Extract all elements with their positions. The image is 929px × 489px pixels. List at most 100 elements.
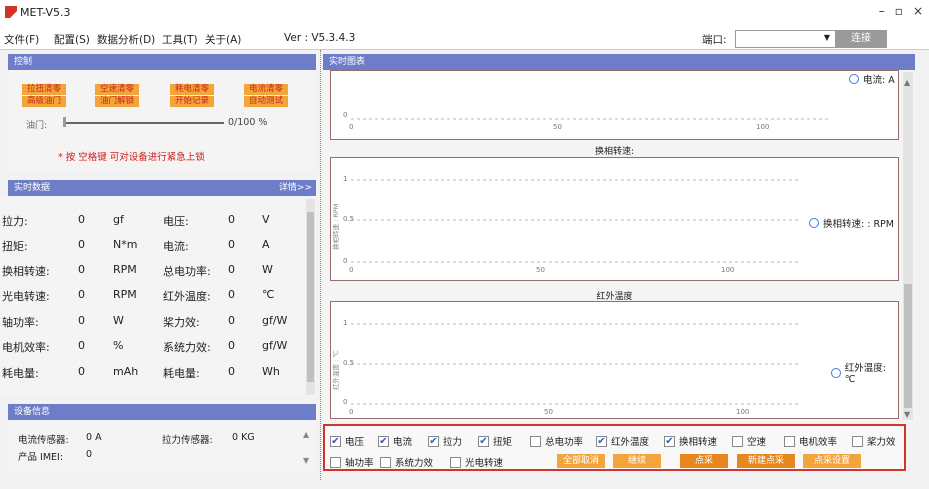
device-header: 设备信息	[8, 404, 316, 420]
realtime-v2-cell: 0	[228, 314, 235, 327]
chart1-y-tick: 0	[343, 111, 348, 119]
menu-config[interactable]: 配置(S)	[54, 32, 90, 47]
temp-x-tick: 50	[544, 408, 553, 416]
realtime-v2-cell: 0	[228, 339, 235, 352]
series-checkbox-label: 电机效率	[799, 437, 838, 448]
checkbox-empty-icon[interactable]	[530, 435, 541, 447]
realtime-v1-cell: 0	[78, 339, 85, 352]
checkbox-empty-icon[interactable]	[732, 435, 743, 447]
continue-button[interactable]: 继续	[613, 454, 661, 468]
realtime-u2-cell: gf/W	[262, 339, 288, 352]
menu-about[interactable]: 关于(A)	[205, 32, 241, 47]
series-checkbox[interactable]: 轴功率	[330, 455, 374, 469]
series-checkbox-label: 红外温度	[611, 437, 650, 448]
checkmark-icon[interactable]: ✔	[478, 435, 489, 447]
temp-y-tick: 0.5	[343, 359, 355, 367]
checkmark-icon[interactable]: ✔	[664, 435, 675, 447]
realtime-v1-cell: 0	[78, 238, 85, 251]
rpm-legend-label: 换相转速: : RPM	[823, 219, 894, 230]
throttle-slider-thumb[interactable]	[63, 117, 66, 127]
temp-x-tick: 100	[736, 408, 750, 416]
start-record-button[interactable]: 开始记录	[170, 96, 214, 107]
temp-chart: 红外温度 : ℃ 1 0.5 0 0 50 100 红外温度: ℃	[330, 301, 899, 419]
checkbox-empty-icon[interactable]	[852, 435, 863, 447]
device-scroll-down-icon[interactable]: ▼	[303, 456, 309, 465]
details-link[interactable]: 详情>>	[279, 180, 312, 196]
checkbox-empty-icon[interactable]	[330, 456, 341, 468]
throttle-label: 油门:	[26, 121, 48, 131]
series-checkbox-label: 换相转速	[679, 437, 718, 448]
reset-current-button[interactable]: 电流清零	[244, 84, 288, 95]
auto-test-button[interactable]: 自动测试	[244, 96, 288, 107]
current-chart-plot	[351, 118, 831, 120]
series-checkbox[interactable]: 电机效率	[784, 434, 837, 448]
realtime-v1-cell: 0	[78, 263, 85, 276]
menu-tools[interactable]: 工具(T)	[162, 32, 198, 47]
port-select[interactable]: ▼	[735, 30, 845, 48]
checkbox-empty-icon[interactable]	[380, 456, 391, 468]
panel-divider	[320, 50, 321, 480]
series-checkbox-label: 系统力效	[395, 458, 434, 469]
realtime-scroll-thumb[interactable]	[307, 212, 314, 382]
temp-legend[interactable]: 红外温度: ℃	[831, 360, 898, 385]
realtime-u2-cell: gf/W	[262, 314, 288, 327]
realtime-l2-cell: 总电功率:	[163, 265, 211, 278]
connect-button[interactable]: 连接	[835, 30, 887, 48]
realtime-v1-cell: 0	[78, 288, 85, 301]
close-button[interactable]: ×	[913, 4, 923, 18]
series-checkbox[interactable]: ✔ 拉力	[428, 434, 462, 448]
series-checkbox-label: 桨力效	[867, 437, 896, 448]
checkmark-icon[interactable]: ✔	[596, 435, 607, 447]
current-legend-label: 电流: A	[863, 75, 895, 86]
realtime-v1-cell: 0	[78, 314, 85, 327]
menu-analysis[interactable]: 数据分析(D)	[97, 32, 155, 47]
series-checkbox[interactable]: ✔ 换相转速	[664, 434, 717, 448]
checkmark-icon[interactable]: ✔	[330, 435, 341, 447]
clear-all-button[interactable]: 全部取消	[557, 454, 605, 468]
maximize-button[interactable]: ▫	[895, 4, 903, 18]
realtime-l1-cell: 耗电量:	[2, 367, 39, 380]
rpm-y-tick: 0	[343, 257, 348, 265]
temp-chart-plot	[351, 323, 801, 405]
series-checkbox[interactable]: 光电转速	[450, 455, 503, 469]
menu-file[interactable]: 文件(F)	[4, 32, 39, 47]
current-legend[interactable]: 电流: A	[849, 72, 895, 86]
checkmark-icon[interactable]: ✔	[378, 435, 389, 447]
control-header: 控制	[8, 54, 316, 70]
advanced-throttle-button[interactable]: 高级油门	[22, 96, 66, 107]
series-checkbox[interactable]: ✔ 扭矩	[478, 434, 512, 448]
charts-scroll-up-icon[interactable]: ▲	[904, 78, 910, 87]
new-sample-button[interactable]: 新建点采	[737, 454, 795, 468]
checkbox-empty-icon[interactable]	[450, 456, 461, 468]
series-checkbox[interactable]: 总电功率	[530, 434, 583, 448]
reset-pull-torque-button[interactable]: 拉扭清零	[22, 84, 66, 95]
series-checkbox[interactable]: 空速	[732, 434, 766, 448]
charts-scroll-down-icon[interactable]: ▼	[904, 410, 910, 419]
checkmark-icon[interactable]: ✔	[428, 435, 439, 447]
series-checkbox[interactable]: ✔ 电压	[330, 434, 364, 448]
realtime-v1-cell: 0	[78, 365, 85, 378]
legend-ring-icon	[831, 367, 841, 378]
realtime-u1-cell: gf	[113, 213, 124, 226]
realtime-l1-cell: 光电转速:	[2, 290, 50, 303]
series-checkbox[interactable]: ✔ 电流	[378, 434, 412, 448]
realtime-l2-cell: 电压:	[163, 215, 189, 228]
realtime-u2-cell: ℃	[262, 288, 275, 301]
throttle-unlock-button[interactable]: 油门解锁	[95, 96, 139, 107]
device-scroll-up-icon[interactable]: ▲	[303, 430, 309, 439]
reset-power-button[interactable]: 耗电清零	[170, 84, 214, 95]
series-checkbox[interactable]: ✔ 红外温度	[596, 434, 649, 448]
checkbox-empty-icon[interactable]	[784, 435, 795, 447]
rpm-legend[interactable]: 换相转速: : RPM	[809, 216, 894, 230]
sample-button[interactable]: 点采	[680, 454, 728, 468]
throttle-slider-track[interactable]	[64, 122, 224, 124]
sample-settings-button[interactable]: 点采设置	[803, 454, 861, 468]
series-checkbox[interactable]: 系统力效	[380, 455, 433, 469]
charts-scroll-thumb[interactable]	[904, 284, 912, 408]
minimize-button[interactable]: –	[879, 4, 885, 18]
realtime-l1-cell: 电机效率:	[2, 341, 50, 354]
legend-ring-icon	[809, 218, 819, 228]
series-checkbox[interactable]: 桨力效	[852, 434, 896, 448]
realtime-v1-cell: 0	[78, 213, 85, 226]
reset-airspeed-button[interactable]: 空速清零	[95, 84, 139, 95]
